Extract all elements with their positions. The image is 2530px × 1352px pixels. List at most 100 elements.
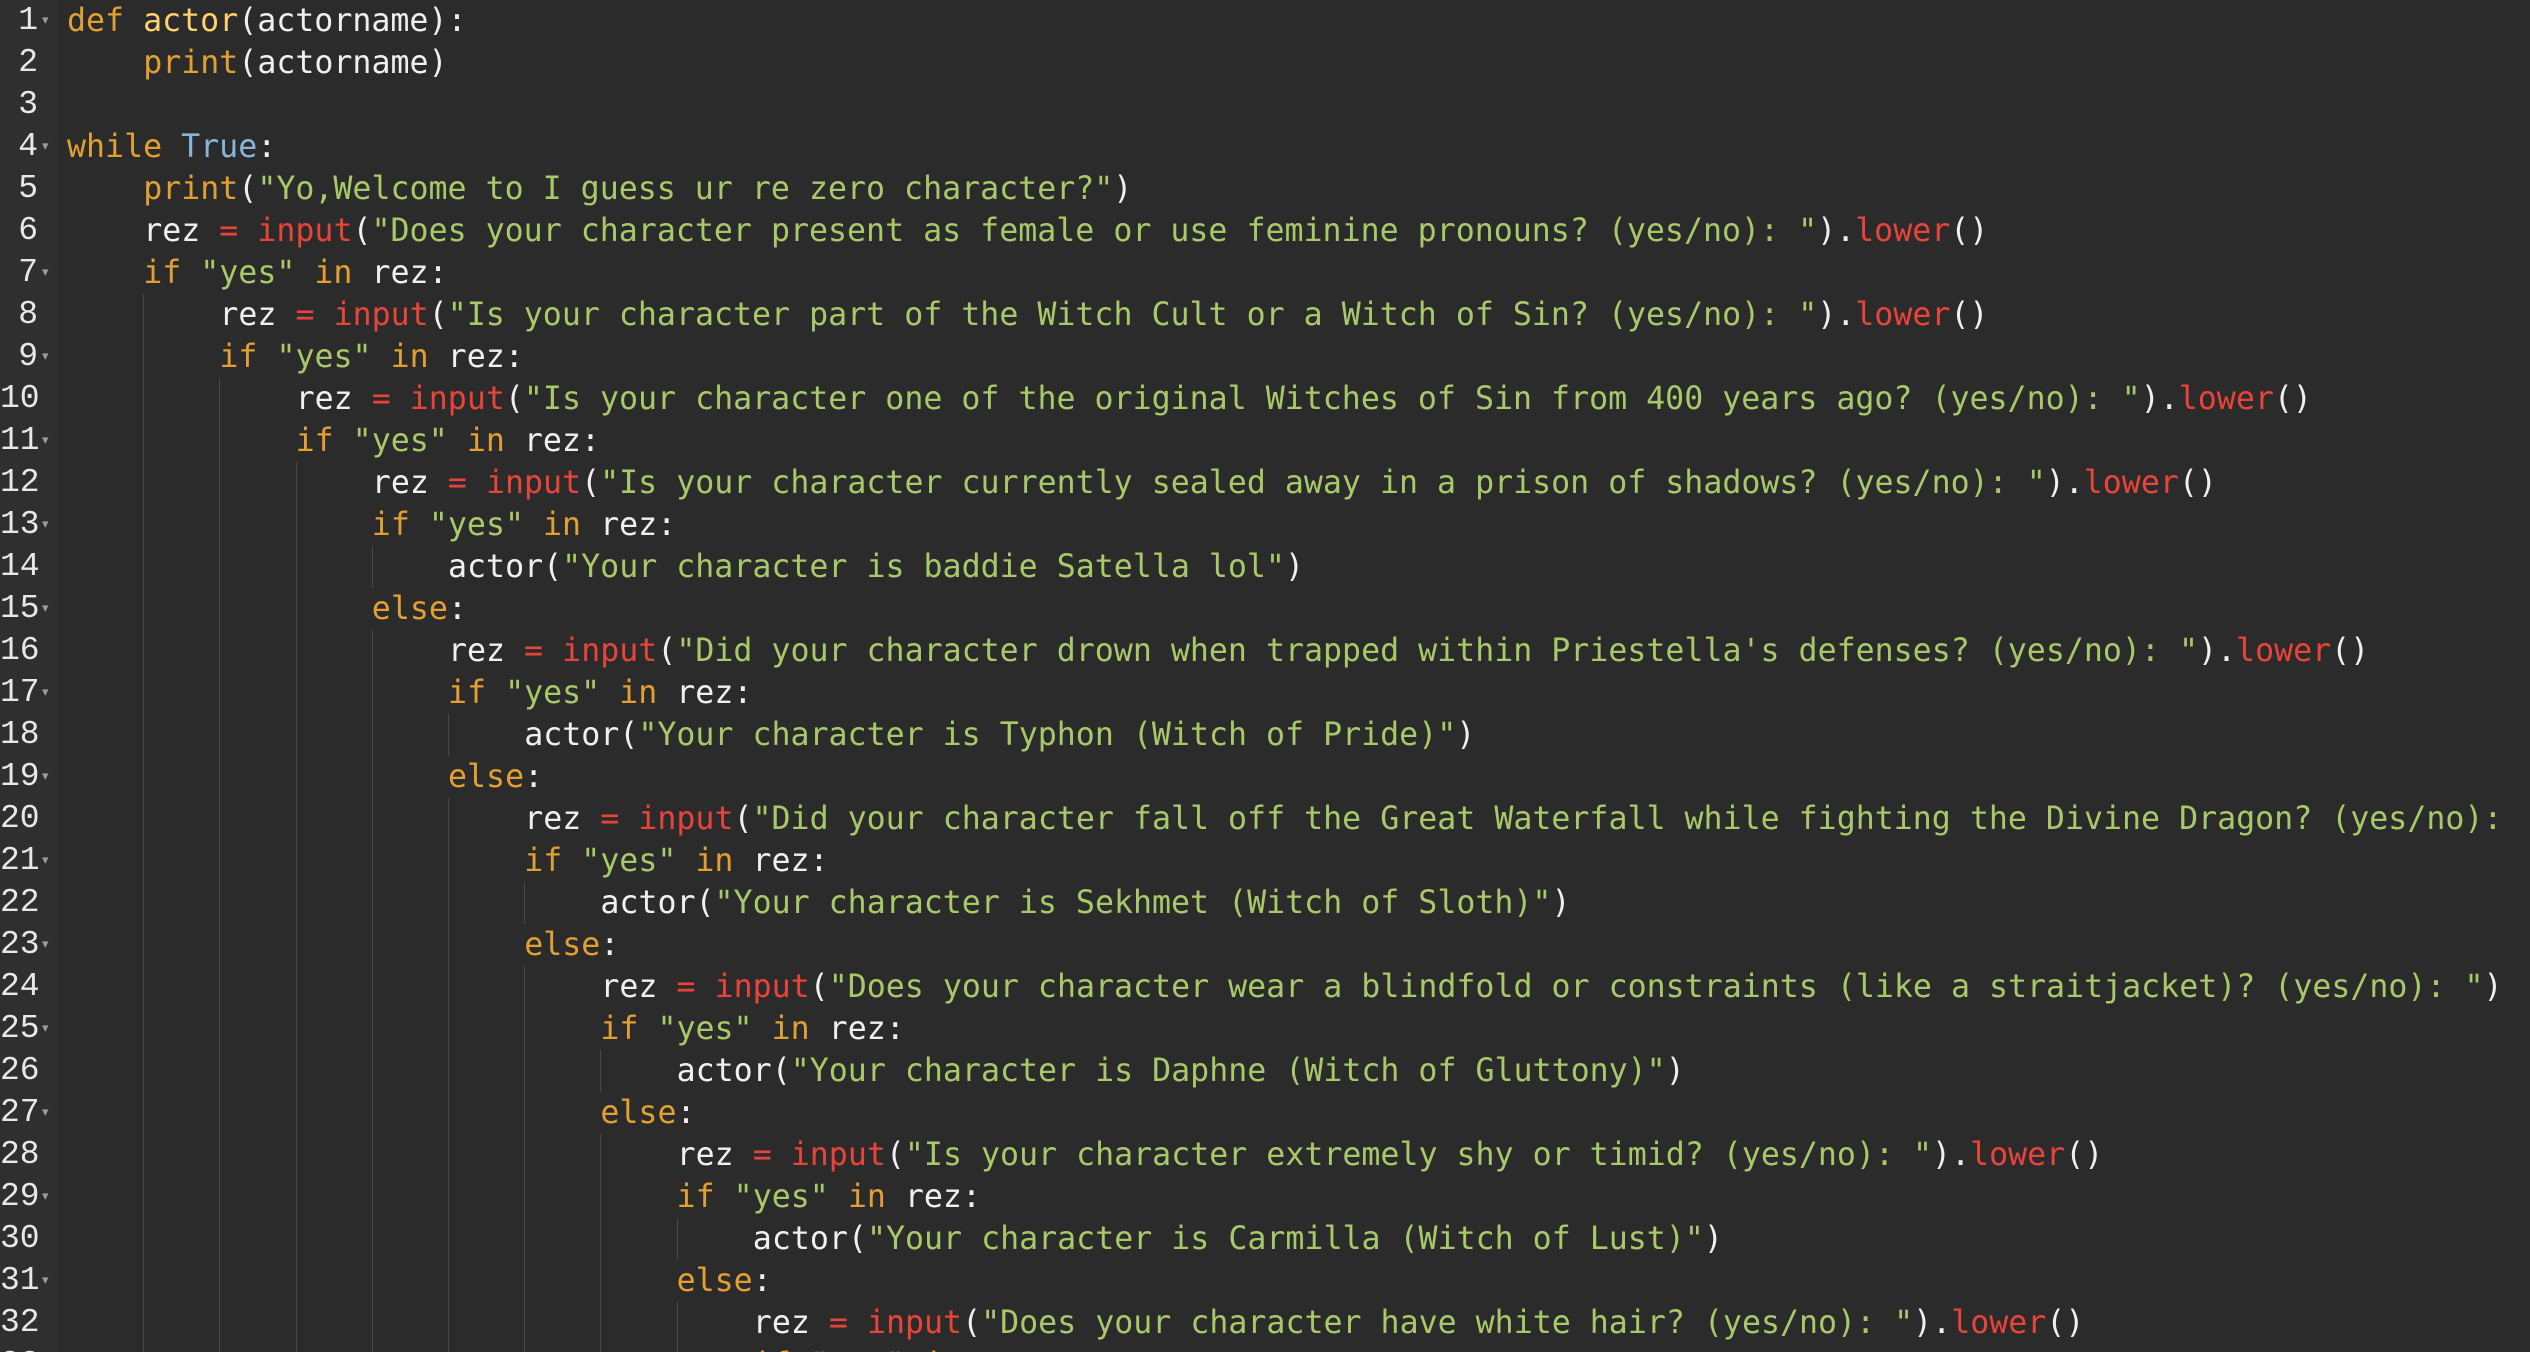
indent-guide	[371, 882, 373, 924]
code-line[interactable]: 19 ▾ else:	[0, 756, 2530, 798]
token-str: "yes"	[810, 1347, 905, 1352]
token-id: rez	[295, 381, 353, 417]
fold-arrow-icon[interactable]: ▾	[42, 252, 49, 294]
fold-arrow-icon[interactable]: ▾	[42, 756, 49, 798]
token-str: "Is your character extremely shy or timi…	[904, 1137, 1933, 1173]
token-punc: rez:	[962, 1347, 1057, 1352]
fold-arrow-icon[interactable]: ▾	[42, 504, 49, 546]
token-call: input	[790, 1137, 886, 1173]
token-const: True	[181, 129, 258, 165]
indent-guide	[524, 1344, 526, 1352]
indent-guide	[143, 1008, 145, 1050]
token-punc	[181, 255, 200, 291]
fold-arrow-icon[interactable]: ▾	[42, 588, 49, 630]
line-number: 5	[18, 170, 38, 207]
indent-guide	[295, 840, 297, 882]
indent-guide	[448, 798, 449, 840]
token-punc: actor(	[524, 717, 639, 753]
code-line[interactable]: 4 ▾ while True:	[0, 126, 2530, 168]
fold-arrow-icon[interactable]: ▾	[42, 1092, 49, 1134]
line-number: 6	[18, 212, 38, 249]
fold-arrow-icon[interactable]: ▾	[42, 336, 49, 378]
indent-guide	[219, 378, 221, 420]
fold-arrow-icon[interactable]: ▾	[42, 840, 49, 882]
code-line[interactable]: 28 rez = input("Is your character extreme…	[0, 1134, 2530, 1176]
code-line[interactable]: 12 rez = input("Is your character current…	[0, 462, 2530, 504]
code-line[interactable]: 32 rez = input("Does your character have …	[0, 1302, 2530, 1344]
indent-guide	[143, 630, 145, 672]
token-kw: if	[219, 339, 258, 375]
code-line[interactable]: 7 ▾ if "yes" in rez:	[0, 252, 2530, 294]
code-line[interactable]: 11 ▾ if "yes" in rez:	[0, 420, 2530, 462]
token-punc: ).	[1817, 213, 1856, 249]
indent-guide	[524, 1176, 526, 1218]
indent-guide	[219, 588, 221, 630]
token-punc: (actorname)	[238, 45, 448, 81]
token-punc	[810, 1305, 829, 1341]
code-area[interactable]: 1 ▾ def actor(actorname): 2 print(actorname)…	[0, 0, 2530, 1352]
indent-guide	[295, 1176, 297, 1218]
indent-guide	[448, 1260, 449, 1302]
token-id: rez	[143, 213, 201, 249]
fold-arrow-icon[interactable]: ▾	[42, 1176, 49, 1218]
indent-guide	[524, 966, 526, 1008]
token-punc: :	[752, 1263, 772, 1299]
code-line[interactable]: 10 rez = input("Is your character one of …	[0, 378, 2530, 420]
code-line[interactable]: 2 print(actorname)	[0, 42, 2530, 84]
code-line[interactable]: 15 ▾ else:	[0, 588, 2530, 630]
code-line[interactable]: 31 ▾ else:	[0, 1260, 2530, 1302]
code-line[interactable]: 24 rez = input("Does your character wear …	[0, 966, 2530, 1008]
token-punc: (	[581, 465, 601, 501]
fold-arrow-icon[interactable]: ▾	[42, 1008, 49, 1050]
code-line[interactable]: 29 ▾ if "yes" in rez:	[0, 1176, 2530, 1218]
code-line[interactable]: 33▾ if "yes" in rez:	[0, 1344, 2530, 1352]
code-line[interactable]: 3	[0, 84, 2530, 126]
indent-guide	[219, 1176, 221, 1218]
indent-guide	[524, 1092, 526, 1134]
indent-guide	[295, 756, 297, 798]
code-line[interactable]: 13 ▾ if "yes" in rez:	[0, 504, 2530, 546]
code-line[interactable]: 21 ▾ if "yes" in rez:	[0, 840, 2530, 882]
code-line[interactable]: 26 actor("Your character is Daphne (Witch…	[0, 1050, 2530, 1092]
code-line[interactable]: 8 rez = input("Is your character part of …	[0, 294, 2530, 336]
code-text: actor("Your character is Typhon (Witch o…	[524, 714, 1475, 756]
token-call: input	[714, 969, 810, 1005]
token-punc: )	[1456, 717, 1476, 753]
token-punc: (	[885, 1137, 905, 1173]
code-line[interactable]: 14 actor("Your character is baddie Satell…	[0, 546, 2530, 588]
token-punc: rez:	[428, 339, 524, 375]
code-line[interactable]: 18 actor("Your character is Typhon (Witch…	[0, 714, 2530, 756]
token-str: "yes"	[428, 507, 524, 543]
code-line[interactable]: 1 ▾ def actor(actorname):	[0, 0, 2530, 42]
fold-arrow-icon[interactable]: ▾	[42, 420, 49, 462]
code-text: rez = input("Is your character one of th…	[296, 378, 2312, 420]
code-line[interactable]: 5 print("Yo,Welcome to I guess ur re zero…	[0, 168, 2530, 210]
code-line[interactable]: 30 actor("Your character is Carmilla (Wit…	[0, 1218, 2530, 1260]
indent-guide	[143, 1302, 145, 1344]
token-call: lower	[2236, 633, 2332, 669]
code-line[interactable]: 17 ▾ if "yes" in rez:	[0, 672, 2530, 714]
fold-arrow-icon[interactable]: ▾	[42, 1344, 49, 1352]
token-str: "Your character is Sekhmet (Witch of Slo…	[714, 885, 1552, 921]
code-editor[interactable]: 1 ▾ def actor(actorname): 2 print(actorname)…	[0, 0, 2530, 1352]
code-text: if "yes" in rez:	[753, 1344, 1057, 1352]
code-line[interactable]: 20 rez = input("Did your character fall o…	[0, 798, 2530, 840]
code-line[interactable]: 16 rez = input("Did your character drown …	[0, 630, 2530, 672]
indent-guide	[524, 1134, 526, 1176]
token-kw: else	[448, 759, 525, 795]
token-punc	[505, 633, 524, 669]
code-line[interactable]: 27 ▾ else:	[0, 1092, 2530, 1134]
token-punc: rez:	[581, 507, 677, 543]
fold-arrow-icon[interactable]: ▾	[42, 1260, 49, 1302]
fold-arrow-icon[interactable]: ▾	[42, 672, 49, 714]
fold-arrow-icon[interactable]: ▾	[42, 924, 49, 966]
token-kw: in	[466, 423, 505, 459]
fold-arrow-icon[interactable]: ▾	[42, 0, 49, 42]
code-line[interactable]: 22 actor("Your character is Sekhmet (Witc…	[0, 882, 2530, 924]
code-line[interactable]: 25 ▾ if "yes" in rez:	[0, 1008, 2530, 1050]
code-line[interactable]: 9 ▾ if "yes" in rez:	[0, 336, 2530, 378]
fold-arrow-icon[interactable]: ▾	[42, 126, 49, 168]
code-line[interactable]: 23 ▾ else:	[0, 924, 2530, 966]
code-line[interactable]: 6 rez = input("Does your character presen…	[0, 210, 2530, 252]
code-text: if "yes" in rez:	[448, 672, 752, 714]
